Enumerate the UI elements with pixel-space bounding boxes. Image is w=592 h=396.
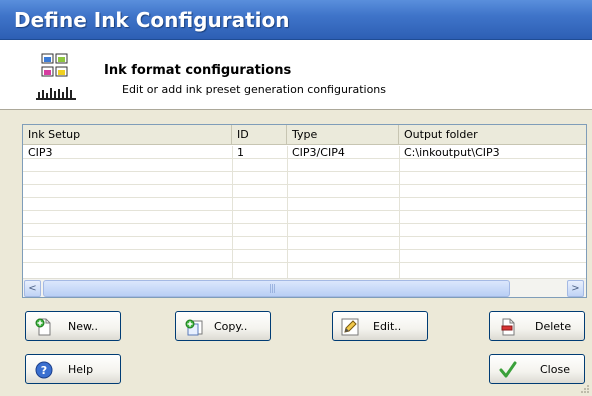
- new-document-icon: [35, 318, 51, 336]
- ink-setup-list[interactable]: Ink Setup ID Type Output folder CIP3 1 C…: [22, 124, 587, 298]
- window-title: Define Ink Configuration: [14, 8, 290, 32]
- scroll-thumb-grip-icon: |||: [269, 284, 276, 294]
- header-subtitle: Edit or add ink preset generation config…: [122, 83, 386, 96]
- scroll-right-button[interactable]: >: [567, 280, 584, 297]
- scroll-left-button[interactable]: <: [24, 280, 41, 297]
- table-row-empty: [23, 185, 586, 198]
- table-row-empty: [23, 263, 586, 276]
- edit-pencil-icon: [341, 318, 359, 336]
- table-row-empty: [23, 237, 586, 250]
- column-divider: [287, 146, 288, 278]
- edit-button-label: Edit..: [373, 320, 402, 333]
- column-header-ink-setup[interactable]: Ink Setup: [23, 125, 232, 145]
- delete-document-icon: [501, 318, 515, 336]
- edit-button[interactable]: Edit..: [332, 311, 428, 341]
- ink-config-icon: [36, 53, 76, 100]
- column-header-id[interactable]: ID: [232, 125, 287, 145]
- column-header-type[interactable]: Type: [287, 125, 399, 145]
- cell-output-folder: C:\inkoutput\CIP3: [404, 146, 500, 159]
- cell-ink-setup: CIP3: [28, 146, 53, 159]
- table-row-empty: [23, 224, 586, 237]
- table-row-empty: [23, 211, 586, 224]
- copy-button[interactable]: Copy..: [175, 311, 271, 341]
- header-title: Ink format configurations: [104, 63, 292, 78]
- cell-type: CIP3/CIP4: [292, 146, 345, 159]
- header-panel: Ink format configurations Edit or add in…: [0, 40, 592, 110]
- close-button-label: Close: [540, 363, 570, 376]
- cell-id: 1: [237, 146, 244, 159]
- table-row-empty: [23, 250, 586, 263]
- close-button[interactable]: Close: [489, 354, 585, 384]
- title-bar[interactable]: Define Ink Configuration: [0, 0, 592, 40]
- column-divider: [399, 146, 400, 278]
- help-icon: ?: [35, 361, 53, 379]
- help-button[interactable]: ? Help: [25, 354, 121, 384]
- new-button[interactable]: New..: [25, 311, 121, 341]
- new-button-label: New..: [68, 320, 98, 333]
- help-button-label: Help: [68, 363, 94, 376]
- column-divider: [232, 146, 233, 278]
- delete-button-label: Delete: [535, 320, 572, 333]
- horizontal-scrollbar[interactable]: < ||| >: [23, 278, 586, 297]
- table-row-empty: [23, 172, 586, 185]
- table-row-empty: [23, 159, 586, 172]
- delete-button[interactable]: Delete: [489, 311, 585, 341]
- copy-button-label: Copy..: [214, 320, 248, 333]
- table-row-empty: [23, 198, 586, 211]
- scroll-thumb[interactable]: |||: [43, 280, 510, 297]
- table-row[interactable]: CIP3 1 CIP3/CIP4 C:\inkoutput\CIP3: [23, 146, 586, 159]
- svg-text:?: ?: [41, 364, 47, 377]
- copy-icon: [185, 319, 203, 336]
- resize-grip-icon[interactable]: [580, 384, 590, 394]
- column-header-output-folder[interactable]: Output folder: [399, 125, 586, 145]
- table-header: Ink Setup ID Type Output folder: [23, 125, 586, 145]
- checkmark-icon: [499, 361, 517, 378]
- table-body: CIP3 1 CIP3/CIP4 C:\inkoutput\CIP3: [23, 146, 586, 278]
